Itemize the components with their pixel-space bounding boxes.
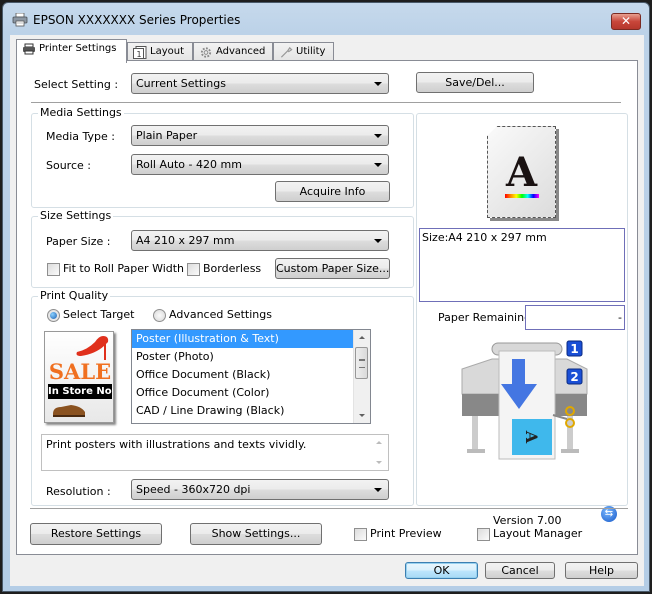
media-type-label: Media Type : — [46, 130, 116, 143]
paper-remaining-value: - — [525, 305, 625, 330]
print-preview-checkbox[interactable] — [354, 528, 367, 541]
printer-icon — [23, 43, 35, 55]
list-scrollbar[interactable] — [353, 330, 370, 423]
print-preview-label: Print Preview — [370, 527, 442, 540]
chevron-down-icon — [374, 239, 382, 243]
list-item[interactable]: Poster (Photo) — [132, 348, 370, 366]
list-item[interactable]: Poster (Illustration & Text) — [132, 330, 370, 348]
layout-manager-label: Layout Manager — [493, 527, 583, 540]
scroll-down-icon — [376, 461, 382, 464]
close-icon: ✕ — [620, 14, 632, 28]
scroll-down-icon[interactable] — [359, 414, 365, 417]
description-text: Print posters with illustrations and tex… — [46, 438, 307, 451]
tab-label: Layout — [150, 46, 184, 57]
printer-page-letter: A — [522, 430, 541, 444]
resolution-label: Resolution : — [46, 485, 111, 498]
scroll-thumb[interactable] — [355, 347, 368, 379]
preview-letter: A — [505, 149, 538, 196]
badge-2: 2 — [570, 370, 578, 384]
help-button[interactable]: Help — [565, 562, 638, 579]
select-setting-label: Select Setting : — [34, 78, 119, 91]
tab-label: Advanced — [216, 46, 266, 57]
properties-window: EPSON XXXXXXX Series Properties ✕ Printe… — [2, 2, 650, 592]
tab-utility[interactable]: Utility — [273, 42, 334, 62]
borderless-label: Borderless — [203, 262, 262, 275]
in-store-banner: In Store Now — [48, 384, 114, 399]
advanced-settings-label: Advanced Settings — [169, 308, 272, 321]
title-bar[interactable]: EPSON XXXXXXX Series Properties ✕ — [3, 3, 649, 35]
layout-icon: 1 — [133, 46, 147, 59]
paper-size-dropdown[interactable]: A4 210 x 297 mm — [131, 230, 389, 251]
dialog-client: Printer Settings 1 Layout Advanced Utili… — [10, 35, 644, 586]
chevron-down-icon — [374, 134, 382, 138]
list-item[interactable]: CAD / Line Drawing (Black) — [132, 402, 370, 420]
tab-label: Printer Settings — [39, 43, 117, 54]
paper-preview: A — [487, 126, 556, 218]
resolution-dropdown[interactable]: Speed - 360x720 dpi — [131, 479, 389, 500]
source-value: Roll Auto - 420 mm — [136, 158, 242, 171]
wrench-icon — [280, 46, 293, 58]
paper-remaining-label: Paper Remaining: — [438, 311, 535, 324]
save-del-button[interactable]: Save/Del... — [416, 72, 534, 93]
custom-paper-size-button[interactable]: Custom Paper Size... — [275, 258, 390, 279]
select-target-radio[interactable] — [47, 309, 60, 322]
chevron-down-icon — [374, 82, 382, 86]
chevron-down-icon — [374, 488, 382, 492]
size-settings-title: Size Settings — [38, 209, 114, 222]
scroll-up-icon[interactable] — [359, 336, 365, 339]
select-setting-dropdown[interactable]: Current Settings — [131, 73, 389, 94]
target-listbox[interactable]: Poster (Illustration & Text) Poster (Phot… — [131, 329, 371, 424]
sale-text: SALE — [48, 359, 112, 384]
show-settings-button[interactable]: Show Settings... — [190, 523, 322, 545]
source-label: Source : — [46, 159, 91, 172]
fit-to-roll-checkbox[interactable] — [47, 263, 60, 276]
page-fold — [487, 126, 497, 136]
select-setting-value: Current Settings — [136, 77, 226, 90]
ok-button[interactable]: OK — [405, 562, 478, 579]
list-item[interactable]: Office Document (Color) — [132, 384, 370, 402]
divider — [31, 102, 621, 103]
target-thumbnail: SALE In Store Now — [44, 331, 114, 423]
restore-settings-button[interactable]: Restore Settings — [30, 523, 162, 545]
paper-size-value: A4 210 x 297 mm — [136, 234, 235, 247]
chevron-down-icon — [374, 163, 382, 167]
paper-size-label: Paper Size : — [46, 235, 111, 248]
tab-printer-settings[interactable]: Printer Settings — [16, 39, 127, 63]
source-dropdown[interactable]: Roll Auto - 420 mm — [131, 154, 389, 175]
acquire-info-button[interactable]: Acquire Info — [275, 181, 390, 202]
printer-settings-panel: Select Setting : Current Settings Save/D… — [16, 60, 638, 555]
print-quality-title: Print Quality — [38, 289, 111, 302]
borderless-checkbox[interactable] — [187, 263, 200, 276]
cancel-button[interactable]: Cancel — [485, 562, 555, 579]
printer-illustration: A 1 2 — [461, 340, 588, 460]
media-type-value: Plain Paper — [136, 129, 198, 142]
media-type-dropdown[interactable]: Plain Paper — [131, 125, 389, 146]
tab-layout[interactable]: 1 Layout — [127, 42, 193, 62]
bottom-divider — [30, 508, 628, 509]
high-heel-icon — [76, 336, 109, 360]
svg-text:1: 1 — [137, 50, 142, 59]
version-label: Version 7.00 — [493, 514, 562, 527]
list-item[interactable]: Office Document (Black) — [132, 366, 370, 384]
gear-icon — [200, 47, 212, 58]
list-item[interactable]: CAD / Line Drawing (Color) — [132, 420, 370, 423]
badge-1: 1 — [570, 342, 578, 356]
scroll-up-icon — [376, 441, 382, 444]
resolution-value: Speed - 360x720 dpi — [136, 483, 251, 496]
fit-to-roll-label: Fit to Roll Paper Width — [63, 262, 185, 275]
description-box: Print posters with illustrations and tex… — [41, 434, 389, 471]
size-info-box: Size:A4 210 x 297 mm — [419, 228, 625, 302]
color-bar — [505, 194, 539, 198]
advanced-settings-radio[interactable] — [153, 309, 166, 322]
select-target-label: Select Target — [63, 308, 135, 321]
close-button[interactable]: ✕ — [611, 13, 641, 30]
printer-icon — [12, 13, 28, 27]
layout-manager-checkbox[interactable] — [477, 528, 490, 541]
window-title: EPSON XXXXXXX Series Properties — [33, 13, 241, 27]
description-scrollbar — [371, 435, 388, 470]
tab-label: Utility — [296, 46, 326, 57]
shoe-icon — [53, 405, 85, 417]
tab-advanced[interactable]: Advanced — [193, 42, 273, 62]
media-settings-title: Media Settings — [38, 106, 124, 119]
